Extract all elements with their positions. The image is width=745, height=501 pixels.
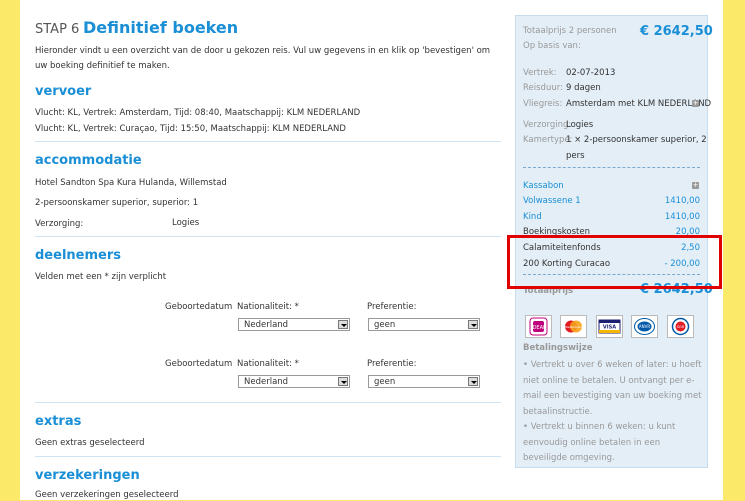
chevron-down-icon[interactable] [468,320,478,329]
divider [35,456,501,457]
room-type: 2-persoonskamer superior, superior: 1 [35,198,199,208]
preference-label: Preferentie: [367,302,417,312]
nationality-select[interactable]: Nederland [238,318,350,331]
birthdate-label: Geboortedatum [165,302,233,312]
anwb-icon: ANVR [631,315,658,338]
detail-label: Reisduur: [523,83,563,93]
detail-value: 9 dagen [566,83,601,93]
receipt-line-value: 1410,00 [664,212,700,222]
step-label: STAP 6 [35,22,80,37]
receipt-line-label: Volwassene 1 [523,196,581,206]
preference-label: Preferentie: [367,359,417,369]
extras-text: Geen extras geselecteerd [35,438,145,448]
ideal-icon: iDEAL [525,315,552,338]
nationality-value: Nederland [244,320,289,330]
betalingswijze-label: Betalingswijze [523,343,593,353]
page-title: Definitief boeken [83,18,239,37]
sgr-icon: SGR [667,315,694,338]
divider [523,167,700,168]
vervoer-heading: vervoer [35,84,92,99]
divider [35,402,501,403]
payment-info-2: • Vertrekt u binnen 6 weken: u kunt eenv… [523,422,676,463]
detail-value: pers [566,151,585,161]
detail-value: Amsterdam met KLM NEDERLAND [566,99,712,109]
expand-plus-icon[interactable]: + [692,100,699,107]
intro-text: Hieronder vindt u een overzicht van de d… [35,46,491,71]
flight-line-2: Vlucht: KL, Vertrek: Curaçao, Tijd: 15:5… [35,124,346,134]
nationality-value: Nederland [244,377,289,387]
chevron-down-icon[interactable] [338,320,348,329]
ideal-text: iDEAL [531,325,546,331]
hotel-name: Hotel Sandton Spa Kura Hulanda, Willemst… [35,178,227,188]
preference-select[interactable]: geen [368,375,480,388]
detail-value: Logies [566,120,594,130]
verzekeringen-heading: verzekeringen [35,468,140,483]
visa-text: VISA [603,325,616,331]
highlight-box [507,235,722,289]
receipt-line-value: 1410,00 [664,196,700,206]
preference-value: geen [374,377,396,387]
payment-info-1: • Vertrekt u over 6 weken of later: u ho… [523,360,702,417]
detail-label: Vertrek: [523,68,557,78]
extras-heading: extras [35,414,82,429]
basis-label: Op basis van: [523,41,581,51]
mastercard-text: MasterCard [565,325,582,329]
flight-line-1: Vlucht: KL, Vertrek: Amsterdam, Tijd: 08… [35,108,361,118]
divider [35,236,501,237]
total-label: Totaalprijs 2 personen [523,26,617,36]
anwb-text: ANVR [639,324,650,329]
kassabon-label: Kassabon [523,181,564,191]
sgr-text: SGR [677,325,685,329]
preference-value: geen [374,320,396,330]
detail-value: 02-07-2013 [566,68,616,78]
nationality-select[interactable]: Nederland [238,375,350,388]
verzorging-value: Logies [172,218,200,228]
chevron-down-icon[interactable] [468,377,478,386]
detail-label: Verzorging: [523,120,572,130]
verzorging-label: Verzorging: [35,219,84,229]
accommodatie-heading: accommodatie [35,153,142,168]
deelnemers-heading: deelnemers [35,248,121,263]
verzekeringen-text: Geen verzekeringen geselecteerd [35,490,179,500]
divider [35,141,501,142]
detail-label: Vliegreis: [523,99,563,109]
total-price: € 2642,50 [640,24,713,39]
preference-select[interactable]: geen [368,318,480,331]
chevron-down-icon[interactable] [338,377,348,386]
visa-icon: VISA [596,315,623,338]
receipt-line-label: Kind [523,212,542,222]
required-note: Velden met een * zijn verplicht [35,272,167,282]
detail-value: 1 × 2-persoonskamer superior, 2 [566,135,707,145]
nationality-label: Nationaliteit: * [237,359,299,369]
birthdate-label: Geboortedatum [165,359,233,369]
expand-plus-icon[interactable]: + [692,182,699,189]
nationality-label: Nationaliteit: * [237,302,299,312]
mastercard-icon: MasterCard [560,315,587,338]
